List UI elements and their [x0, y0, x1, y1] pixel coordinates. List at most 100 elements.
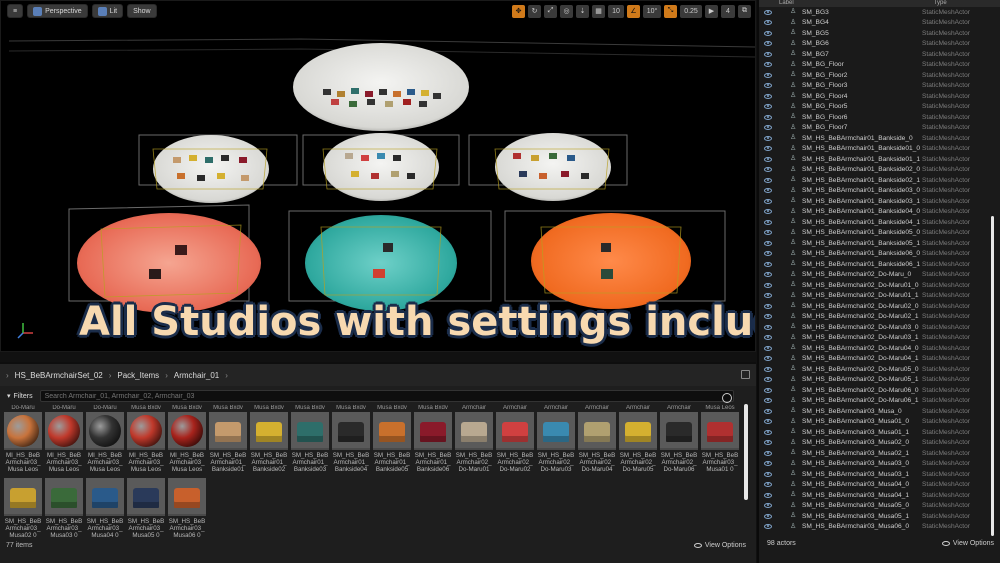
- outliner-row[interactable]: ♙ SM_BG7 StaticMeshActor: [759, 49, 989, 60]
- outliner-row[interactable]: ♙ SM_HS_BeBArmchair03_Musa05_1 StaticMeshA…: [759, 511, 989, 522]
- asset-tile[interactable]: Armchair SM_HS_BeB Armchair02_ Do-Maru06: [660, 405, 698, 476]
- visibility-eye-icon[interactable]: [764, 429, 772, 435]
- asset-tile[interactable]: Musa Bxdv SM_HS_BeB Armchair01_ Bankside03: [291, 405, 329, 476]
- asset-tile[interactable]: SM_HS_BeB Armchair03_ Musa03 0: [45, 478, 83, 542]
- scale-snap-icon[interactable]: ⤡: [664, 4, 677, 18]
- asset-tile[interactable]: Armchair SM_HS_BeB Armchair02_ Do-Maru05: [619, 405, 657, 476]
- outliner-row[interactable]: ♙ SM_HS_BeBArmchair02_Do-Maru05_0 StaticMe…: [759, 364, 989, 375]
- surface-snap-icon[interactable]: ⇣: [576, 4, 589, 18]
- scale-snap-value[interactable]: 0.25: [680, 4, 702, 18]
- visibility-eye-icon[interactable]: [764, 345, 772, 351]
- outliner-scrollbar[interactable]: [991, 216, 994, 536]
- rotation-snap-icon[interactable]: ∠: [627, 4, 640, 18]
- visibility-eye-icon[interactable]: [764, 177, 772, 183]
- outliner-row[interactable]: ♙ SM_HS_BeBArmchair01_Bankside01_0 StaticM…: [759, 144, 989, 155]
- lock-icon[interactable]: [741, 370, 750, 379]
- visibility-eye-icon[interactable]: [764, 272, 772, 278]
- outliner-row[interactable]: ♙ SM_HS_BeBArmchair03_Musa03_1 StaticMeshA…: [759, 469, 989, 480]
- outliner-row[interactable]: ♙ SM_HS_BeBArmchair03_Musa04_1 StaticMeshA…: [759, 490, 989, 501]
- visibility-eye-icon[interactable]: [764, 114, 772, 120]
- visibility-eye-icon[interactable]: [764, 93, 772, 99]
- type-column-header[interactable]: Type: [934, 0, 947, 7]
- lit-button[interactable]: Lit: [91, 4, 124, 18]
- outliner-row[interactable]: ♙ SM_HS_BeBArmchair01_Bankside01_1 StaticM…: [759, 154, 989, 165]
- visibility-eye-icon[interactable]: [764, 251, 772, 257]
- outliner-row[interactable]: ♙ SM_HS_BeBArmchair03_Musa02_1 StaticMeshA…: [759, 448, 989, 459]
- visibility-eye-icon[interactable]: [764, 335, 772, 341]
- visibility-eye-icon[interactable]: [764, 482, 772, 488]
- scale-icon[interactable]: ⤢: [544, 4, 557, 18]
- asset-tile[interactable]: Do-Maru MI_HS_BeB Armchair03_ Musa Leos: [4, 405, 42, 476]
- outliner-row[interactable]: ♙ SM_HS_BeBArmchair01_Bankside05_1 StaticM…: [759, 238, 989, 249]
- visibility-eye-icon[interactable]: [764, 125, 772, 131]
- viewport-options-button[interactable]: ≡: [7, 4, 24, 18]
- breadcrumb-item[interactable]: HS_BeBArmchairSet_02: [15, 371, 103, 380]
- outliner-row[interactable]: ♙ SM_HS_BeBArmchair01_Bankside04_1 StaticM…: [759, 217, 989, 228]
- show-button[interactable]: Show: [127, 4, 157, 18]
- outliner-row[interactable]: ♙ SM_HS_BeBArmchair02_Do-Maru01_0 StaticMe…: [759, 280, 989, 291]
- outliner-view-options-button[interactable]: View Options: [941, 540, 994, 547]
- visibility-eye-icon[interactable]: [764, 366, 772, 372]
- asset-tile[interactable]: Do-Maru MI_HS_BeB Armchair03_ Musa Leos: [86, 405, 124, 476]
- asset-tile[interactable]: Do-Maru MI_HS_BeB Armchair03_ Musa Leos: [45, 405, 83, 476]
- outliner-row[interactable]: ♙ SM_HS_BeBArmchair01_Bankside06_1 StaticM…: [759, 259, 989, 270]
- outliner-row[interactable]: ♙ SM_HS_BeBArmchair02_Do-Maru04_0 StaticMe…: [759, 343, 989, 354]
- visibility-eye-icon[interactable]: [764, 156, 772, 162]
- outliner-row[interactable]: ♙ SM_HS_BeBArmchair03_Musa05_0 StaticMeshA…: [759, 501, 989, 512]
- visibility-eye-icon[interactable]: [764, 524, 772, 530]
- translate-icon[interactable]: ✥: [512, 4, 525, 18]
- visibility-eye-icon[interactable]: [764, 282, 772, 288]
- search-input[interactable]: [39, 390, 734, 402]
- visibility-eye-icon[interactable]: [764, 503, 772, 509]
- visibility-eye-icon[interactable]: [764, 356, 772, 362]
- outliner-row[interactable]: ♙ SM_BG5 StaticMeshActor: [759, 28, 989, 39]
- level-viewport[interactable]: ≡ Perspective Lit Show ✥ ↻ ⤢ ◎ ⇣ ▦ 10 ∠ …: [0, 0, 756, 352]
- outliner-row[interactable]: ♙ SM_BG4 StaticMeshActor: [759, 18, 989, 29]
- outliner-row[interactable]: ♙ SM_HS_BeBArmchair02_Do-Maru03_0 StaticMe…: [759, 322, 989, 333]
- asset-tile[interactable]: Musa Bxdv SM_HS_BeB Armchair01_ Bankside01: [209, 405, 247, 476]
- visibility-eye-icon[interactable]: [764, 51, 772, 57]
- outliner-row[interactable]: ♙ SM_HS_BeBArmchair03_Musa02_0 StaticMeshA…: [759, 438, 989, 449]
- visibility-eye-icon[interactable]: [764, 492, 772, 498]
- outliner-row[interactable]: ♙ SM_HS_BeBArmchair02_Do-Maru02_0 StaticMe…: [759, 301, 989, 312]
- visibility-eye-icon[interactable]: [764, 135, 772, 141]
- visibility-eye-icon[interactable]: [764, 461, 772, 467]
- asset-tile[interactable]: SM_HS_BeB Armchair03_ Musa02 0: [4, 478, 42, 542]
- outliner-row[interactable]: ♙ SM_HS_BeBArmchair03_Musa06_0 StaticMeshA…: [759, 522, 989, 533]
- outliner-row[interactable]: ♙ SM_BG_Floor5 StaticMeshActor: [759, 102, 989, 113]
- outliner-row[interactable]: ♙ SM_HS_BeBArmchair03_Musa01_0 StaticMeshA…: [759, 417, 989, 428]
- outliner-row[interactable]: ♙ SM_BG_Floor2 StaticMeshActor: [759, 70, 989, 81]
- grid-snap-icon[interactable]: ▦: [592, 4, 605, 18]
- asset-tile[interactable]: Armchair SM_HS_BeB Armchair02_ Do-Maru01: [455, 405, 493, 476]
- outliner-row[interactable]: ♙ SM_HS_BeBArmchair01_Bankside02_1 StaticM…: [759, 175, 989, 186]
- outliner-row[interactable]: ♙ SM_BG_Floor4 StaticMeshActor: [759, 91, 989, 102]
- outliner-row[interactable]: ♙ SM_HS_BeBArmchair02_Do-Maru06_0 StaticMe…: [759, 385, 989, 396]
- visibility-eye-icon[interactable]: [764, 387, 772, 393]
- world-icon[interactable]: ◎: [560, 4, 573, 18]
- outliner-row[interactable]: ♙ SM_HS_BeBArmchair02_Do-Maru04_1 StaticMe…: [759, 354, 989, 365]
- filters-button[interactable]: ▾ Filters: [4, 390, 36, 402]
- outliner-row[interactable]: ♙ SM_BG6 StaticMeshActor: [759, 39, 989, 50]
- outliner-row[interactable]: ♙ SM_BG_Floor3 StaticMeshActor: [759, 81, 989, 92]
- asset-tile[interactable]: Armchair SM_HS_BeB Armchair02_ Do-Maru02: [496, 405, 534, 476]
- outliner-row[interactable]: ♙ SM_HS_BeBArmchair01_Bankside_0 StaticMes…: [759, 133, 989, 144]
- breadcrumb-item[interactable]: Armchair_01: [174, 371, 219, 380]
- asset-tile[interactable]: Musa Bxdv SM_HS_BeB Armchair01_ Bankside02: [250, 405, 288, 476]
- outliner-row[interactable]: ♙ SM_HS_BeBArmchair02_Do-Maru06_1 StaticMe…: [759, 396, 989, 407]
- view-options-button[interactable]: View Options: [693, 542, 746, 549]
- camera-speed-value[interactable]: 4: [721, 4, 735, 18]
- visibility-eye-icon[interactable]: [764, 188, 772, 194]
- outliner-row[interactable]: ♙ SM_BG_Floor StaticMeshActor: [759, 60, 989, 71]
- outliner-row[interactable]: ♙ SM_HS_BeBArmchair02_Do-Maru_0 StaticMesh…: [759, 270, 989, 281]
- asset-tile[interactable]: Musa Bxdv MI_HS_BeB Armchair03_ Musa Leos: [127, 405, 165, 476]
- grid-snap-value[interactable]: 10: [608, 4, 624, 18]
- outliner-row[interactable]: ♙ SM_HS_BeBArmchair03_Musa03_0 StaticMeshA…: [759, 459, 989, 470]
- asset-tile[interactable]: SM_HS_BeB Armchair03_ Musa06 0: [168, 478, 206, 542]
- asset-tile[interactable]: Musa Bxdv MI_HS_BeB Armchair03_ Musa Leos: [168, 405, 206, 476]
- visibility-eye-icon[interactable]: [764, 83, 772, 89]
- asset-tile[interactable]: Musa Bxdv SM_HS_BeB Armchair01_ Bankside05: [373, 405, 411, 476]
- visibility-eye-icon[interactable]: [764, 440, 772, 446]
- visibility-eye-icon[interactable]: [764, 41, 772, 47]
- outliner-row[interactable]: ♙ SM_HS_BeBArmchair01_Bankside03_0 StaticM…: [759, 186, 989, 197]
- rotate-icon[interactable]: ↻: [528, 4, 541, 18]
